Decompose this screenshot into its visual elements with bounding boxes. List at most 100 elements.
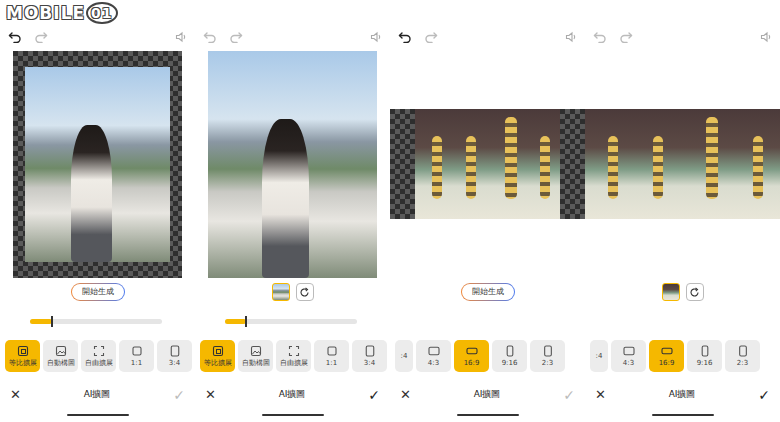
ratio-chip[interactable]: 16:9: [454, 340, 489, 372]
photo: [585, 109, 780, 219]
close-button[interactable]: ✕: [205, 387, 216, 402]
ratio-chip[interactable]: 3:4: [157, 340, 192, 372]
chip-label: 16:9: [464, 359, 480, 368]
confirm-button[interactable]: ✓: [173, 387, 185, 403]
ratio-chip[interactable]: 2:3: [530, 340, 565, 372]
speaker-icon[interactable]: [370, 31, 382, 43]
editor-screen: 等比擴展自動構圖自由擴展 1:1 3:4 ✕ AI擴圖 ✓: [195, 0, 390, 422]
ratio-chip[interactable]: 1:1: [314, 340, 349, 372]
eel-figure: [432, 136, 442, 200]
image-canvas: [390, 49, 585, 279]
undo-icon[interactable]: [593, 31, 607, 43]
ratio-ratio-icon: [623, 345, 635, 357]
confirm-button[interactable]: ✓: [368, 387, 380, 403]
ratio-chip[interactable]: 2:3: [725, 340, 760, 372]
image-canvas: [0, 49, 195, 279]
ratio-ratio-icon: [169, 345, 181, 357]
expand-slider[interactable]: [225, 319, 357, 324]
close-button[interactable]: ✕: [400, 387, 411, 402]
ratio-ratio-icon: [661, 345, 673, 357]
expansion-area: [13, 51, 182, 278]
slider-area: [585, 305, 780, 338]
home-indicator: [390, 408, 585, 422]
history-controls: [203, 31, 243, 43]
slider-area: [195, 305, 390, 338]
proportional-ratio-icon: [212, 345, 224, 357]
ratio-chips: 等比擴展自動構圖自由擴展1:13:4: [0, 338, 195, 375]
ratio-chip[interactable]: 1:1: [119, 340, 154, 372]
tool-title: AI擴圖: [279, 388, 306, 401]
ratio-ratio-icon: [737, 345, 749, 357]
ratio-ratio-icon: [542, 345, 554, 357]
close-button[interactable]: ✕: [595, 387, 606, 402]
ratio-chip[interactable]: 3:4: [352, 340, 387, 372]
expand-slider[interactable]: [30, 319, 162, 324]
ratio-chip[interactable]: 自由擴展: [276, 340, 311, 372]
ratio-chip[interactable]: 等比擴展: [200, 340, 235, 372]
chip-label: 16:9: [659, 359, 675, 368]
action-area: [195, 279, 390, 304]
ratio-chip[interactable]: 4:3: [611, 340, 646, 372]
free-ratio-icon: [93, 345, 105, 357]
chip-label: 2:3: [542, 359, 553, 368]
slider-knob[interactable]: [51, 316, 53, 327]
image-canvas: [195, 49, 390, 279]
ratio-chip[interactable]: 9:16: [687, 340, 722, 372]
eel-figure: [540, 136, 550, 200]
home-indicator-line: [457, 414, 519, 416]
ratio-chip[interactable]: 自動構圖: [43, 340, 78, 372]
ratio-ratio-icon: [131, 345, 143, 357]
redo-icon[interactable]: [229, 31, 243, 43]
chip-label: 等比擴展: [204, 359, 232, 368]
generate-button[interactable]: 開始生成: [461, 283, 515, 301]
speaker-icon[interactable]: [760, 31, 772, 43]
ratio-chip[interactable]: 4:3: [416, 340, 451, 372]
editor-screen: 開始生成 :44:3 16:9 9:16 2:3 ✕ AI擴圖 ✓: [390, 0, 585, 422]
auto-ratio-icon: [250, 345, 262, 357]
watermark-suffix: 01: [86, 2, 117, 24]
refresh-icon: [689, 287, 700, 298]
redo-icon[interactable]: [424, 31, 438, 43]
close-button[interactable]: ✕: [10, 387, 21, 402]
eel-figure: [505, 117, 517, 200]
eel-figure: [753, 136, 763, 200]
chip-label: 3:4: [364, 359, 375, 368]
ratio-chip[interactable]: 9:16: [492, 340, 527, 372]
redo-icon[interactable]: [619, 31, 633, 43]
ratio-chip[interactable]: 等比擴展: [5, 340, 40, 372]
ratio-chip[interactable]: 自動構圖: [238, 340, 273, 372]
editor-screen: :4 4:3 16:9 9:16 2:3 ✕ AI擴圖 ✓: [585, 0, 780, 422]
tool-title: AI擴圖: [474, 388, 501, 401]
speaker-icon[interactable]: [565, 31, 577, 43]
regenerate-button[interactable]: [296, 283, 314, 301]
eel-figure: [608, 136, 618, 200]
result-thumbnail[interactable]: [662, 283, 680, 301]
speaker-icon[interactable]: [175, 31, 187, 43]
screens-row: 開始生成等比擴展自動構圖自由擴展1:13:4✕AI擴圖✓等比擴展自動構圖自由擴展…: [0, 0, 780, 422]
ratio-chip[interactable]: :4: [590, 340, 608, 372]
undo-icon[interactable]: [398, 31, 412, 43]
result-thumbnail[interactable]: [272, 283, 290, 301]
slider-knob[interactable]: [245, 316, 247, 327]
chip-label: 自由擴展: [280, 359, 308, 368]
home-indicator: [195, 408, 390, 422]
home-indicator: [0, 408, 195, 422]
chip-label: 2:3: [737, 359, 748, 368]
ratio-chip[interactable]: 16:9: [649, 340, 684, 372]
chip-label: 9:16: [502, 359, 518, 368]
confirm-button[interactable]: ✓: [758, 387, 770, 403]
ratio-chip[interactable]: :4: [395, 340, 413, 372]
editor-screen: 開始生成等比擴展自動構圖自由擴展1:13:4✕AI擴圖✓: [0, 0, 195, 422]
regenerate-button[interactable]: [686, 283, 704, 301]
ratio-ratio-icon: [364, 345, 376, 357]
chip-label: :4: [596, 352, 603, 361]
tool-title: AI擴圖: [669, 388, 696, 401]
redo-icon[interactable]: [34, 31, 48, 43]
generate-button[interactable]: 開始生成: [71, 283, 125, 301]
ratio-chip[interactable]: 自由擴展: [81, 340, 116, 372]
home-indicator-line: [262, 414, 324, 416]
undo-icon[interactable]: [203, 31, 217, 43]
ratio-ratio-icon: [428, 345, 440, 357]
undo-icon[interactable]: [8, 31, 22, 43]
confirm-button[interactable]: ✓: [563, 387, 575, 403]
